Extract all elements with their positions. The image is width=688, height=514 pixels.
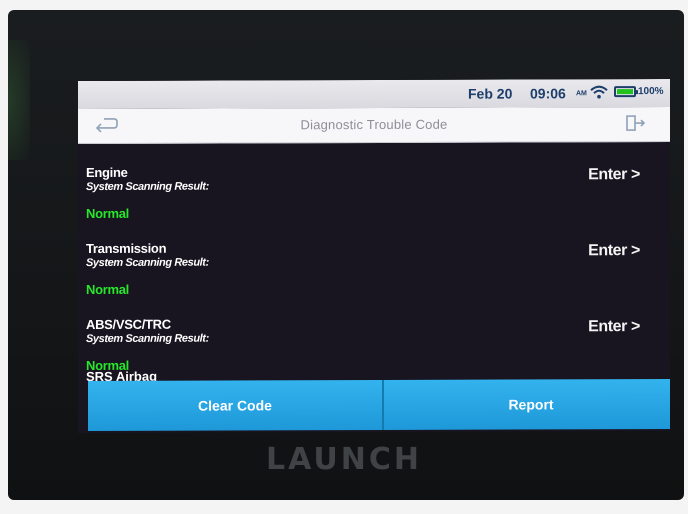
list-item[interactable]: Transmission System Scanning Result: Nor…	[78, 239, 670, 317]
enter-button[interactable]: Enter >	[588, 242, 640, 260]
status-bar: Feb 20 09:06 AM 100%	[78, 78, 670, 110]
device-screen: Feb 20 09:06 AM 100% Diagnostic Trouble …	[78, 78, 670, 434]
enter-button[interactable]: Enter >	[588, 318, 640, 336]
scan-result-label: System Scanning Result:	[86, 332, 209, 346]
status-date: Feb 20	[468, 85, 513, 102]
report-button[interactable]: Report	[382, 378, 670, 430]
clear-code-button[interactable]: Clear Code	[88, 379, 382, 431]
bottom-action-bar: Clear Code Report	[88, 378, 670, 431]
system-name: Engine	[86, 164, 128, 181]
bezel-glow	[8, 40, 30, 160]
system-name: ABS/VSC/TRC	[86, 316, 171, 333]
system-name: Transmission	[86, 240, 167, 257]
brand-logo: LAUNCH	[265, 442, 422, 477]
scan-status: Normal	[86, 281, 129, 298]
scan-result-label: System Scanning Result:	[86, 256, 209, 270]
system-list: Engine System Scanning Result: Normal En…	[78, 141, 670, 405]
page-title: Diagnostic Trouble Code	[300, 116, 448, 133]
exit-icon[interactable]	[624, 112, 648, 134]
status-time: 09:06	[530, 85, 566, 102]
photo-background: Feb 20 09:06 AM 100% Diagnostic Trouble …	[0, 0, 688, 514]
battery-icon	[614, 86, 638, 98]
scan-result-label: System Scanning Result:	[86, 180, 209, 194]
battery-percent: 100%	[638, 85, 664, 98]
scan-status: Normal	[86, 205, 129, 222]
enter-button[interactable]: Enter >	[588, 166, 640, 184]
title-bar: Diagnostic Trouble Code	[78, 106, 670, 145]
wifi-icon	[590, 85, 608, 99]
status-ampm: AM	[576, 90, 587, 98]
list-item[interactable]: Engine System Scanning Result: Normal En…	[78, 163, 670, 241]
